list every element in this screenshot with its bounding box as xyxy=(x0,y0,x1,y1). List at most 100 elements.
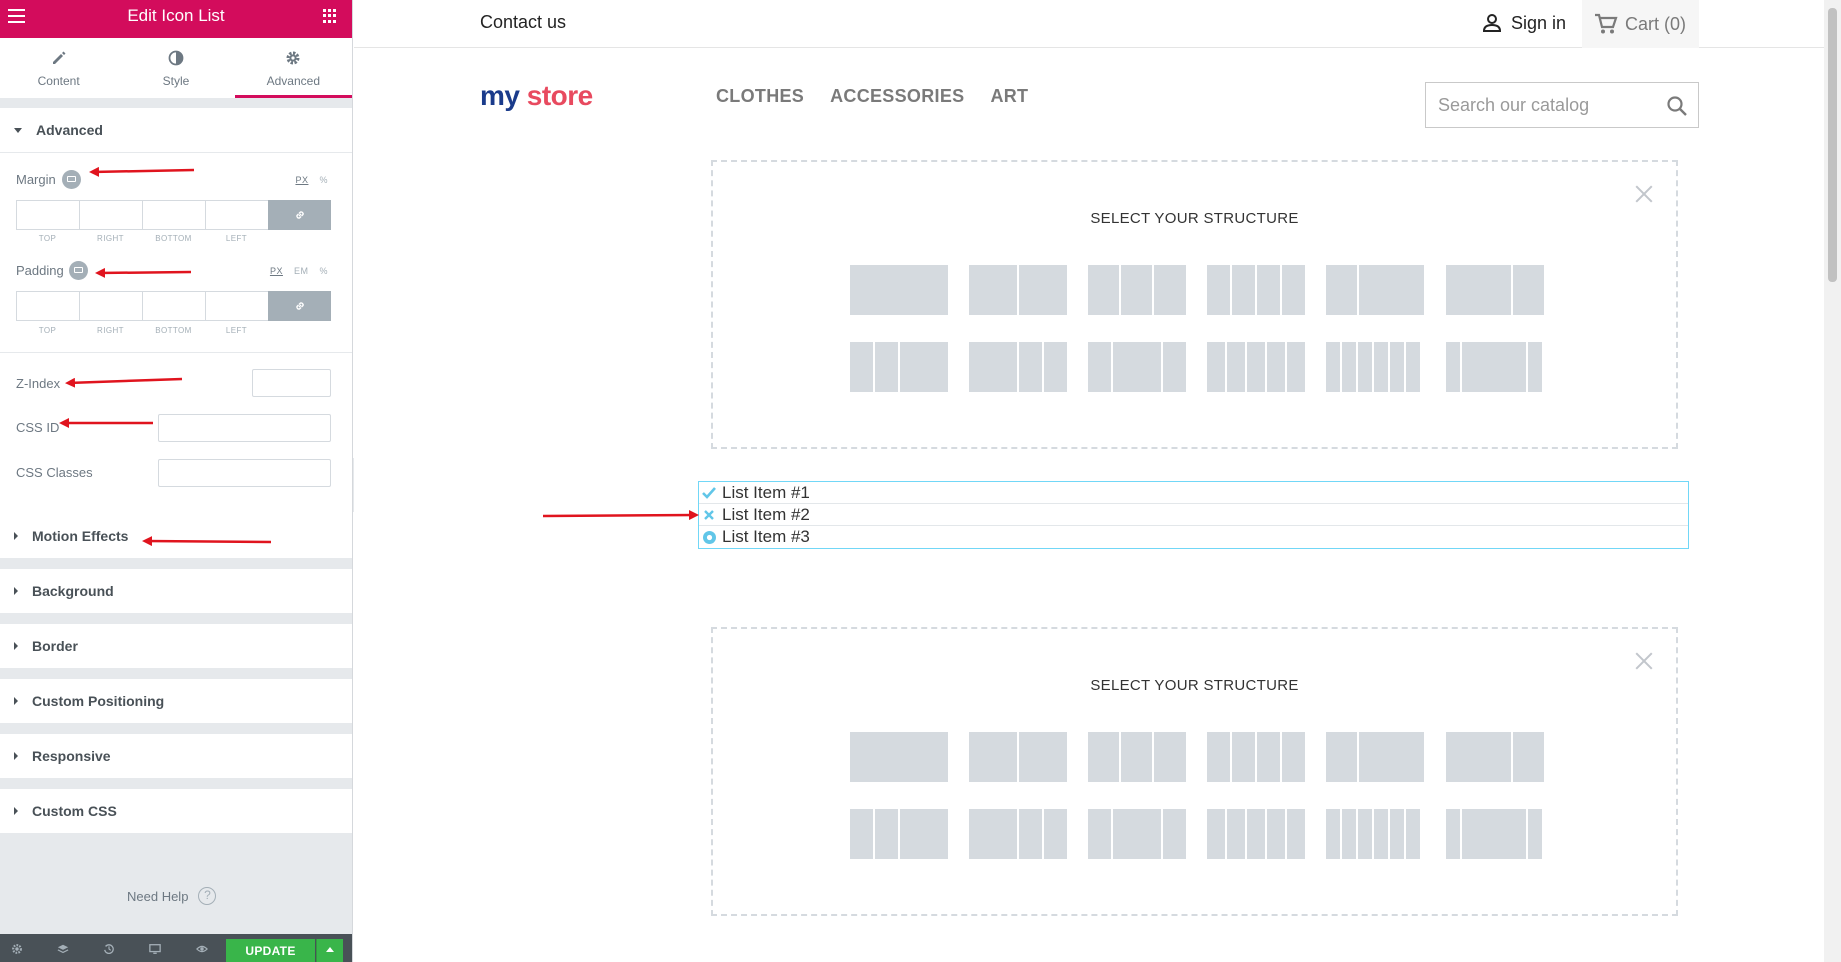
list-item[interactable]: List Item #2 xyxy=(699,504,1688,526)
gear-icon xyxy=(286,51,300,65)
settings-icon[interactable] xyxy=(10,943,24,955)
tab-style[interactable]: Style xyxy=(117,38,234,98)
structure-preset[interactable] xyxy=(969,265,1067,315)
section-header[interactable]: Custom Positioning xyxy=(0,679,352,723)
section-header[interactable]: Border xyxy=(0,624,352,668)
section-custom-positioning[interactable]: Custom Positioning xyxy=(0,679,352,723)
tab-advanced[interactable]: Advanced xyxy=(234,38,352,98)
structure-preset[interactable] xyxy=(969,732,1067,782)
margin-left-input[interactable] xyxy=(205,200,268,230)
section-header[interactable]: Background xyxy=(0,569,352,613)
margin-right-input[interactable] xyxy=(79,200,142,230)
tab-advanced-label: Advanced xyxy=(266,74,320,88)
structure-preset[interactable] xyxy=(1446,732,1544,782)
layers-icon[interactable] xyxy=(56,943,70,955)
padding-units: PX EM % xyxy=(262,266,328,276)
margin-unit-percent[interactable]: % xyxy=(319,175,328,185)
structure-preset[interactable] xyxy=(1207,342,1305,392)
margin-link-button[interactable] xyxy=(268,200,331,230)
structure-preset[interactable] xyxy=(1207,265,1305,315)
section-custom-css[interactable]: Custom CSS xyxy=(0,789,352,833)
structure-preset[interactable] xyxy=(850,265,948,315)
section-border[interactable]: Border xyxy=(0,624,352,668)
padding-unit-px[interactable]: PX xyxy=(270,266,283,276)
padding-unit-em[interactable]: EM xyxy=(294,266,309,276)
structure-preset[interactable] xyxy=(850,809,948,859)
section-title: Responsive xyxy=(32,748,111,764)
cart-button[interactable]: Cart (0) xyxy=(1582,0,1699,48)
padding-unit-percent[interactable]: % xyxy=(319,266,328,276)
structure-preset[interactable] xyxy=(850,732,948,782)
caret-right-icon xyxy=(14,532,18,540)
list-item[interactable]: List Item #3 xyxy=(699,526,1688,548)
structure-preset[interactable] xyxy=(1326,732,1424,782)
advanced-section-header[interactable]: Advanced xyxy=(0,108,352,152)
structure-preset[interactable] xyxy=(1446,265,1544,315)
tab-content[interactable]: Content xyxy=(0,38,117,98)
padding-top-label: TOP xyxy=(38,326,57,335)
css-id-input[interactable] xyxy=(158,414,331,442)
icon-list-widget[interactable]: List Item #1 List Item #2 List Item #3 xyxy=(698,481,1689,549)
preview-eye-icon[interactable] xyxy=(195,943,209,955)
structure-preset[interactable] xyxy=(850,342,948,392)
update-options-button[interactable] xyxy=(316,939,343,962)
margin-left-label: LEFT xyxy=(225,234,248,243)
section-responsive[interactable]: Responsive xyxy=(0,734,352,778)
section-motion-effects[interactable]: Motion Effects xyxy=(0,514,352,558)
padding-right-input[interactable] xyxy=(79,291,142,321)
structure-preset[interactable] xyxy=(969,342,1067,392)
menu-item-accessories[interactable]: ACCESSORIES xyxy=(830,86,964,107)
widgets-grid-icon[interactable] xyxy=(323,9,337,23)
responsive-desktop-icon[interactable] xyxy=(69,261,88,280)
menu-item-art[interactable]: ART xyxy=(990,86,1028,107)
css-classes-input[interactable] xyxy=(158,459,331,487)
close-icon[interactable] xyxy=(1634,184,1654,204)
structure-preset[interactable] xyxy=(1446,809,1544,859)
structure-preset[interactable] xyxy=(1326,265,1424,315)
structure-preset[interactable] xyxy=(1088,732,1186,782)
list-item[interactable]: List Item #1 xyxy=(699,482,1688,504)
margin-unit-px[interactable]: PX xyxy=(295,175,308,185)
page-scrollbar[interactable] xyxy=(1824,0,1841,962)
update-button[interactable]: UPDATE xyxy=(226,939,315,962)
history-icon[interactable] xyxy=(102,943,116,955)
padding-link-button[interactable] xyxy=(268,291,331,321)
structure-preset[interactable] xyxy=(1326,342,1424,392)
dot-circle-icon xyxy=(701,529,717,545)
panel-header: Edit Icon List xyxy=(0,0,352,38)
sign-in-label: Sign in xyxy=(1511,12,1567,33)
padding-bottom-input[interactable] xyxy=(142,291,205,321)
structure-preset[interactable] xyxy=(1088,265,1186,315)
structure-preset[interactable] xyxy=(969,809,1067,859)
logo-part-my: my xyxy=(480,80,520,111)
structure-preset[interactable] xyxy=(1207,732,1305,782)
structure-preset[interactable] xyxy=(1446,342,1544,392)
structure-preset[interactable] xyxy=(1207,809,1305,859)
structure-preset[interactable] xyxy=(1088,342,1186,392)
section-header[interactable]: Responsive xyxy=(0,734,352,778)
z-index-input[interactable] xyxy=(252,369,331,397)
responsive-mode-icon[interactable] xyxy=(148,943,162,955)
caret-right-icon xyxy=(14,642,18,650)
menu-item-clothes[interactable]: CLOTHES xyxy=(716,86,804,107)
contact-us-link[interactable]: Contact us xyxy=(480,12,566,33)
sign-in-link[interactable]: Sign in xyxy=(1481,12,1566,34)
structure-preset[interactable] xyxy=(1088,809,1186,859)
close-icon[interactable] xyxy=(1634,651,1654,671)
structure-preset[interactable] xyxy=(1326,809,1424,859)
margin-top-input[interactable] xyxy=(16,200,79,230)
section-title: Background xyxy=(32,583,114,599)
store-topbar: Contact us Sign in Cart (0) xyxy=(354,0,1824,48)
padding-top-input[interactable] xyxy=(16,291,79,321)
need-help-link[interactable]: Need Help ? xyxy=(127,887,217,905)
search-icon[interactable] xyxy=(1666,95,1688,117)
scrollbar-thumb[interactable] xyxy=(1828,8,1837,282)
store-logo[interactable]: my store xyxy=(480,80,593,112)
search-input[interactable]: Search our catalog xyxy=(1425,82,1699,128)
section-header[interactable]: Custom CSS xyxy=(0,789,352,833)
padding-left-input[interactable] xyxy=(205,291,268,321)
section-header[interactable]: Motion Effects xyxy=(0,514,352,558)
margin-bottom-input[interactable] xyxy=(142,200,205,230)
responsive-desktop-icon[interactable] xyxy=(62,170,81,189)
section-background[interactable]: Background xyxy=(0,569,352,613)
